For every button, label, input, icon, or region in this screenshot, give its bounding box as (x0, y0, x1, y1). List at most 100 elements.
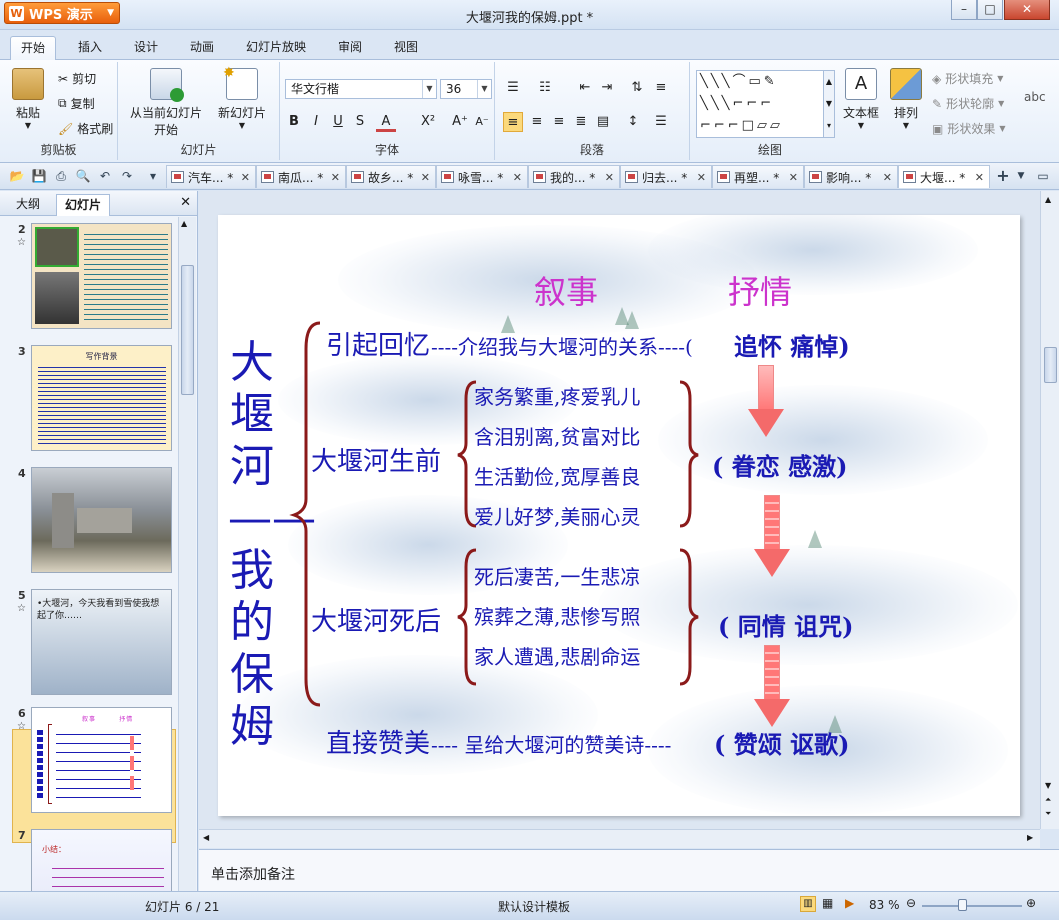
align-right-button[interactable]: ≡ (549, 112, 569, 132)
format-painter-button[interactable]: 🖌 格式刷 (58, 120, 113, 137)
tab-slides[interactable]: 幻灯片 (56, 194, 111, 216)
scroll-up-icon[interactable]: ▲ (1045, 195, 1051, 204)
print-preview-icon[interactable]: 🔍 (74, 167, 92, 185)
close-icon[interactable]: ✕ (975, 171, 984, 184)
doc-tab[interactable]: 归去... * ✕ (620, 165, 712, 188)
close-icon[interactable]: ✕ (421, 171, 430, 184)
scroll-right-icon[interactable]: ▶ (1027, 833, 1033, 842)
shapes-gallery-scroll[interactable]: ▲ ▼ ▾ (823, 70, 835, 138)
doc-tab[interactable]: 咏雪... * ✕ (436, 165, 528, 188)
arrange-button[interactable]: 排列 ▼ (886, 68, 926, 130)
thumbnail-slide-2[interactable] (31, 223, 172, 329)
tab-design[interactable]: 设计 (124, 36, 168, 60)
shapes-gallery[interactable]: ╲╲╲⌒▭✎ ╲╲╲⌐⌐⌐ ⌐⌐⌐□▱▱ (696, 70, 826, 138)
paste-button[interactable]: 粘贴 ▼ (8, 68, 48, 130)
decrease-font-button[interactable]: A⁻ (472, 112, 492, 132)
thumbnail-scrollbar[interactable]: ▲ (178, 217, 196, 891)
doc-tab[interactable]: 南瓜... * ✕ (256, 165, 346, 188)
close-icon[interactable]: ✕ (605, 171, 614, 184)
maximize-button[interactable]: □ (977, 0, 1003, 20)
align-left-button[interactable]: ≡ (503, 112, 523, 132)
align-text-button[interactable]: ≡ (651, 78, 671, 98)
scroll-down-icon[interactable]: ▼ (1045, 781, 1051, 790)
doc-tab-active[interactable]: 大堰... * ✕ (898, 165, 990, 188)
shape-effect-button[interactable]: ▣ 形状效果 ▼ (932, 120, 1006, 137)
tab-animation[interactable]: 动画 (180, 36, 224, 60)
font-name-combo[interactable]: 华文行楷 ▼ (285, 79, 437, 99)
shape-fill-button[interactable]: ◈ 形状填充 ▼ (932, 70, 1003, 87)
justify-button[interactable]: ≣ (571, 112, 591, 132)
customize-toolbar-icon[interactable]: ▾ (144, 167, 162, 185)
tab-insert[interactable]: 插入 (68, 36, 112, 60)
copy-button[interactable]: ⧉ 复制 (58, 95, 95, 112)
line-spacing-button[interactable]: ↕ (623, 112, 643, 132)
tab-slideshow[interactable]: 幻灯片放映 (236, 36, 316, 60)
close-icon[interactable]: ✕ (697, 171, 706, 184)
thumbnail-slide-5[interactable]: •大堰河，今天我看到雪使我想起了你…… (31, 589, 172, 695)
font-color-button[interactable]: A (376, 112, 396, 132)
slide-vertical-scrollbar[interactable]: ▲ ▼ ⏶ ⏷ (1040, 191, 1059, 829)
zoom-out-icon[interactable]: ⊖ (906, 896, 916, 910)
minimize-button[interactable]: – (951, 0, 977, 20)
zoom-slider-handle[interactable] (958, 899, 967, 911)
thumbnail-slide-6[interactable]: 叙事 抒情 (31, 707, 172, 813)
shape-outline-button[interactable]: ✎ 形状轮廓 ▼ (932, 95, 1004, 112)
scrollbar-thumb[interactable] (181, 265, 194, 395)
normal-view-icon[interactable]: ▥ (800, 896, 816, 912)
textbox-button[interactable]: A 文本框 ▼ (840, 68, 882, 130)
previous-slide-icon[interactable]: ⏶ (1045, 795, 1051, 805)
italic-button[interactable]: I (306, 112, 326, 132)
slide-sorter-icon[interactable]: ▦ (822, 896, 833, 910)
thumbnail-slide-4[interactable] (31, 467, 172, 573)
close-icon[interactable]: ✕ (789, 171, 798, 184)
tab-outline[interactable]: 大纲 (8, 194, 48, 216)
slideshow-icon[interactable]: ▶ (845, 896, 854, 910)
close-icon[interactable]: ✕ (513, 171, 522, 184)
close-window-button[interactable]: ✕ (1004, 0, 1050, 20)
next-slide-icon[interactable]: ⏷ (1045, 809, 1051, 819)
text-shadow-button[interactable]: S (350, 112, 370, 132)
doc-tab[interactable]: 影响... * ✕ (804, 165, 898, 188)
thumbnail-slide-3[interactable]: 写作背景 (31, 345, 172, 451)
open-folder-icon[interactable]: 📂 (8, 167, 26, 185)
align-center-button[interactable]: ≡ (527, 112, 547, 132)
notes-pane[interactable]: 单击添加备注 (199, 849, 1059, 891)
bold-button[interactable]: B (284, 112, 304, 132)
scroll-left-icon[interactable]: ◀ (203, 833, 209, 842)
close-icon[interactable]: ✕ (180, 195, 191, 210)
slide-horizontal-scrollbar[interactable]: ◀ ▶ (199, 829, 1040, 848)
zoom-in-icon[interactable]: ⊕ (1026, 896, 1036, 910)
print-icon[interactable]: ⎙ (52, 167, 70, 185)
slide-canvas[interactable]: 叙事 抒情 大堰河——我的保姆 引起回忆 ----介绍我与大堰河的关系----(… (218, 215, 1020, 816)
distribute-button[interactable]: ▤ (593, 112, 613, 132)
redo-icon[interactable]: ↷ (118, 167, 136, 185)
bullets-button[interactable]: ☰ (503, 78, 523, 98)
tab-home[interactable]: 开始 (10, 36, 57, 60)
doc-tab[interactable]: 再塑... * ✕ (712, 165, 804, 188)
close-icon[interactable]: ✕ (331, 171, 340, 184)
tab-view[interactable]: 视图 (384, 36, 428, 60)
superscript-button[interactable]: X² (418, 112, 438, 132)
save-icon[interactable]: 💾 (30, 167, 48, 185)
scroll-up-icon[interactable]: ▲ (181, 219, 187, 228)
underline-button[interactable]: U (328, 112, 348, 132)
scrollbar-thumb[interactable] (1044, 347, 1057, 383)
numbering-button[interactable]: ☷ (535, 78, 555, 98)
doc-tab[interactable]: 我的... * ✕ (528, 165, 620, 188)
zoom-slider[interactable] (922, 905, 1022, 907)
new-slide-button[interactable]: ✸ 新幻灯片 ▼ (214, 65, 270, 130)
doc-tab[interactable]: 故乡... * ✕ (346, 165, 436, 188)
decrease-indent-button[interactable]: ⇤ (575, 78, 595, 98)
increase-font-button[interactable]: A⁺ (450, 112, 470, 132)
text-direction-button[interactable]: ⇅ (627, 78, 647, 98)
columns-button[interactable]: ☰ (651, 112, 671, 132)
tab-list-icon[interactable]: ▭ (1034, 167, 1052, 185)
doc-tab[interactable]: 汽车... * ✕ (166, 165, 256, 188)
undo-icon[interactable]: ↶ (96, 167, 114, 185)
close-icon[interactable]: ✕ (241, 171, 250, 184)
thumbnail-slide-7[interactable]: 小结： (31, 829, 172, 891)
new-tab-icon[interactable]: + (994, 167, 1012, 185)
font-size-combo[interactable]: 36 ▼ (440, 79, 492, 99)
close-icon[interactable]: ✕ (883, 171, 892, 184)
cut-button[interactable]: ✂ 剪切 (58, 70, 96, 87)
